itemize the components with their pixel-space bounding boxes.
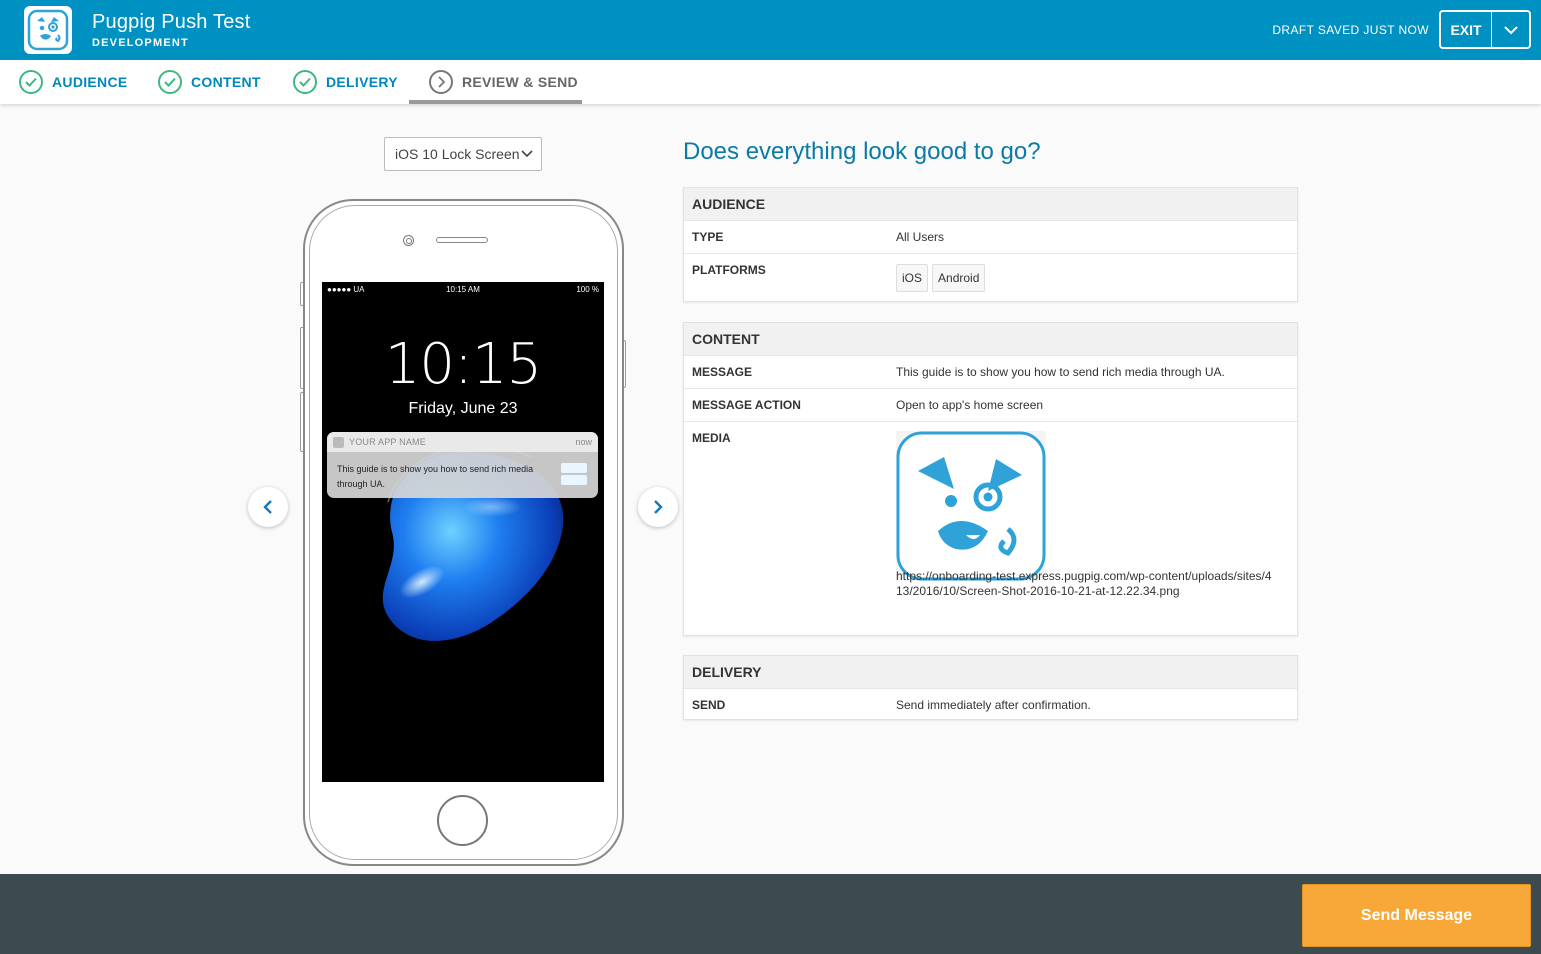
- exit-button[interactable]: EXIT: [1441, 12, 1492, 47]
- audience-summary-card: AUDIENCE TYPE All Users PLATFORMS iOS And…: [683, 187, 1298, 302]
- chevron-right-circle-icon: [429, 70, 453, 94]
- summary-row-media: MEDIA https://onboarding-test.express.pu…: [684, 421, 1297, 635]
- app-icon-placeholder: [333, 437, 344, 448]
- step-delivery[interactable]: DELIVERY: [293, 60, 398, 104]
- platform-chips: iOS Android: [896, 264, 989, 292]
- row-label: MESSAGE: [692, 365, 753, 379]
- chevron-down-icon: [1503, 25, 1518, 34]
- chevron-down-icon: [521, 150, 533, 158]
- summary-row-message-action: MESSAGE ACTION Open to app's home screen: [684, 388, 1297, 421]
- step-audience[interactable]: AUDIENCE: [19, 60, 128, 104]
- delivery-summary-card: DELIVERY SEND Send immediately after con…: [683, 655, 1298, 720]
- status-battery: 100 %: [576, 285, 599, 294]
- step-label: AUDIENCE: [52, 74, 128, 90]
- row-value: This guide is to show you how to send ri…: [896, 365, 1225, 379]
- camera-icon: [403, 235, 414, 246]
- platform-chip-android: Android: [932, 264, 986, 292]
- notification-thumbnail-icon: [561, 463, 587, 485]
- notification-time: now: [575, 437, 592, 447]
- preview-prev-button[interactable]: [248, 487, 288, 527]
- send-message-button[interactable]: Send Message: [1302, 884, 1531, 947]
- lock-screen-preview: ●●●●● UA 10:15 AM 100 % 10:15 Friday, Ju…: [322, 282, 604, 782]
- review-heading: Does everything look good to go?: [683, 138, 1041, 165]
- row-label: MESSAGE ACTION: [692, 398, 801, 412]
- active-step-indicator: [409, 100, 582, 104]
- row-value: All Users: [896, 230, 945, 244]
- chevron-left-icon: [263, 500, 272, 514]
- draft-status: DRAFT SAVED JUST NOW: [1272, 23, 1429, 37]
- check-circle-icon: [293, 70, 317, 94]
- step-review-send[interactable]: REVIEW & SEND: [429, 60, 578, 104]
- step-label: CONTENT: [191, 74, 261, 90]
- media-thumbnail-pug-icon: [896, 431, 1046, 581]
- app-title: Pugpig Push Test: [92, 11, 251, 33]
- notification-app-name: YOUR APP NAME: [349, 437, 426, 447]
- summary-row-platforms: PLATFORMS iOS Android: [684, 253, 1297, 301]
- step-label: REVIEW & SEND: [462, 74, 578, 90]
- media-url: https://onboarding-test.express.pugpig.c…: [896, 569, 1272, 598]
- summary-row-message: MESSAGE This guide is to show you how to…: [684, 355, 1297, 388]
- top-bar: Pugpig Push Test DEVELOPMENT DRAFT SAVED…: [0, 0, 1541, 60]
- wizard-steps: AUDIENCE CONTENT DELIVERY REVIEW & SEND: [0, 60, 1541, 104]
- status-time: 10:15 AM: [446, 285, 480, 294]
- row-value: Open to app's home screen: [896, 398, 1044, 412]
- check-circle-icon: [158, 70, 182, 94]
- summary-row-type: TYPE All Users: [684, 220, 1297, 253]
- row-label: SEND: [692, 698, 726, 712]
- step-content[interactable]: CONTENT: [158, 60, 261, 104]
- summary-row-send: SEND Send immediately after confirmation…: [684, 688, 1297, 720]
- lock-screen-time: 10:15: [384, 332, 542, 397]
- row-label: PLATFORMS: [692, 263, 766, 277]
- pug-logo-icon: [27, 9, 69, 51]
- status-bar: ●●●●● UA 10:15 AM 100 %: [322, 284, 604, 296]
- exit-button-group: EXIT: [1439, 10, 1531, 49]
- chevron-right-icon: [654, 500, 663, 514]
- speaker-grille: [436, 237, 488, 243]
- content-summary-card: CONTENT MESSAGE This guide is to show yo…: [683, 322, 1298, 636]
- card-title: DELIVERY: [684, 656, 1297, 688]
- card-title: AUDIENCE: [684, 188, 1297, 220]
- row-label: MEDIA: [692, 431, 731, 445]
- preview-next-button[interactable]: [638, 487, 678, 527]
- card-title: CONTENT: [684, 323, 1297, 355]
- platform-chip-ios: iOS: [896, 264, 929, 292]
- notification-preview: YOUR APP NAME now This guide is to show …: [327, 432, 598, 498]
- notification-message: This guide is to show you how to send ri…: [337, 464, 534, 489]
- check-circle-icon: [19, 70, 43, 94]
- environment-label: DEVELOPMENT: [92, 37, 189, 49]
- app-logo[interactable]: [24, 6, 72, 54]
- preview-device-value: iOS 10 Lock Screen: [395, 146, 520, 162]
- lock-screen-date: Friday, June 23: [408, 400, 518, 417]
- exit-menu-toggle[interactable]: [1492, 12, 1529, 47]
- row-label: TYPE: [692, 230, 724, 244]
- row-value: Send immediately after confirmation.: [896, 698, 1091, 712]
- home-button: [437, 795, 488, 846]
- step-label: DELIVERY: [326, 74, 398, 90]
- preview-device-select[interactable]: iOS 10 Lock Screen: [384, 137, 542, 171]
